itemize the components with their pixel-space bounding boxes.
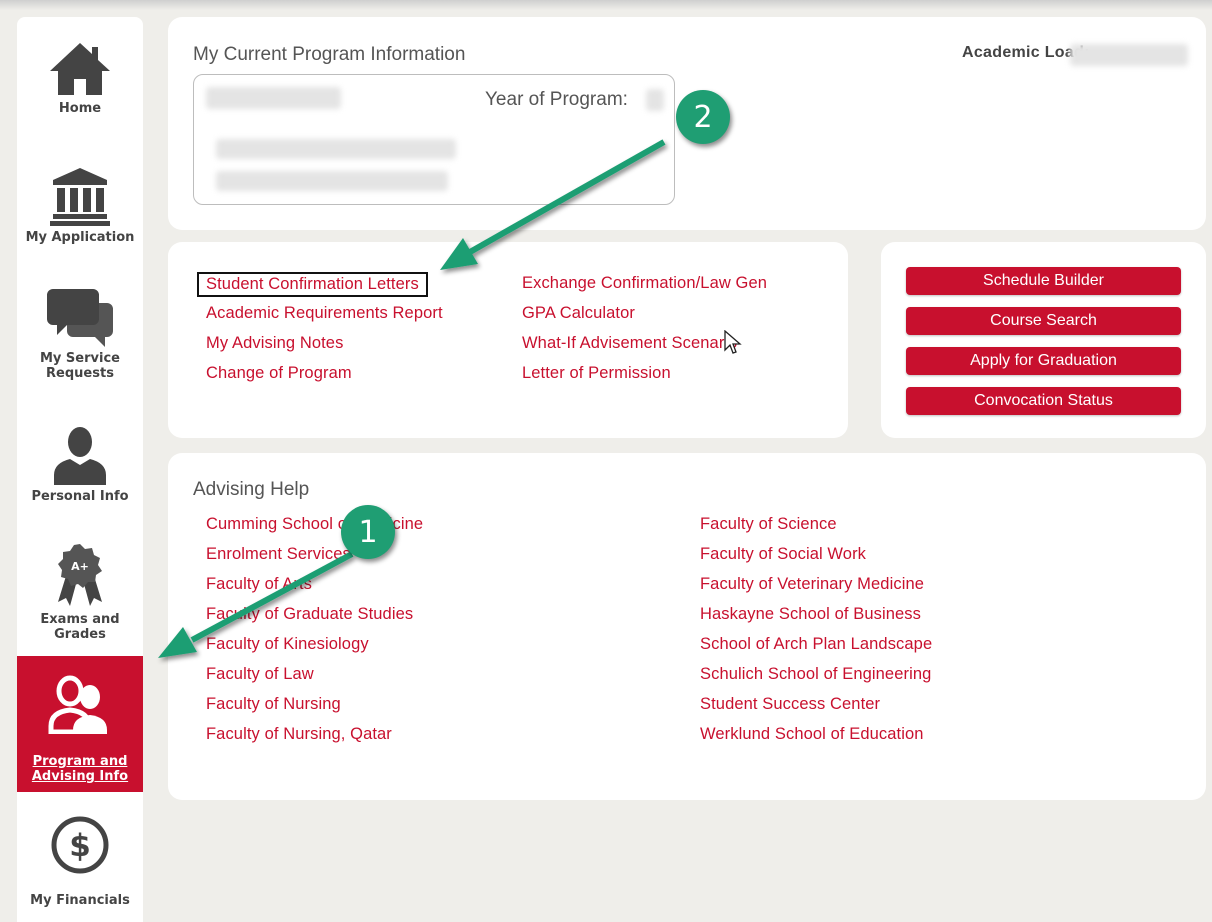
my-advising-notes-link[interactable]: My Advising Notes <box>206 334 343 353</box>
advising-link[interactable]: Werklund School of Education <box>700 725 924 744</box>
sidebar-item-my-service-requests[interactable]: My Service Requests <box>17 289 143 381</box>
advising-help-panel: Advising Help Cumming School of Medicine… <box>168 453 1206 800</box>
program-detail-redacted <box>216 139 456 159</box>
course-search-button[interactable]: Course Search <box>906 307 1181 335</box>
sidebar-item-label: Exams and Grades <box>40 612 120 642</box>
advising-link[interactable]: Faculty of Law <box>206 665 314 684</box>
annotation-badge-1: 1 <box>341 505 395 559</box>
sidebar-item-program-and-advising-info[interactable]: Program and Advising Info <box>17 656 143 792</box>
schedule-builder-button[interactable]: Schedule Builder <box>906 267 1181 295</box>
advising-link[interactable]: Faculty of Veterinary Medicine <box>700 575 924 594</box>
sidebar-item-label: My Service Requests <box>40 351 120 381</box>
advising-link[interactable]: School of Arch Plan Landscape <box>700 635 932 654</box>
sidebar-item-my-application[interactable]: My Application <box>17 166 143 245</box>
quick-actions-panel: Schedule Builder Course Search Apply for… <box>881 242 1206 438</box>
advising-link[interactable]: Haskayne School of Business <box>700 605 921 624</box>
advising-link[interactable]: Faculty of Arts <box>206 575 312 594</box>
advising-link[interactable]: Faculty of Nursing, Qatar <box>206 725 392 744</box>
program-details-box: Year of Program: <box>193 74 675 205</box>
chat-bubbles-icon <box>47 289 113 347</box>
advising-link[interactable]: Faculty of Graduate Studies <box>206 605 413 624</box>
award-badge-icon: A+ <box>58 544 102 606</box>
top-shadow <box>0 0 1212 10</box>
annotation-badge-2: 2 <box>676 90 730 144</box>
mouse-cursor-icon <box>724 330 742 354</box>
program-info-title: My Current Program Information <box>193 44 466 65</box>
advising-link[interactable]: Faculty of Science <box>700 515 837 534</box>
advising-link[interactable]: Student Success Center <box>700 695 880 714</box>
sidebar-item-label: Personal Info <box>31 489 129 504</box>
program-links-panel: Student Confirmation Letters Academic Re… <box>168 242 848 438</box>
change-of-program-link[interactable]: Change of Program <box>206 364 352 383</box>
advising-link[interactable]: Enrolment Services <box>206 545 351 564</box>
exchange-confirmation-link[interactable]: Exchange Confirmation/Law Gen <box>522 274 767 293</box>
student-confirmation-letters-link[interactable]: Student Confirmation Letters <box>197 272 428 297</box>
convocation-status-button[interactable]: Convocation Status <box>906 387 1181 415</box>
advising-link[interactable]: Faculty of Social Work <box>700 545 866 564</box>
dollar-circle-icon: $ <box>51 816 109 874</box>
year-value-redacted <box>646 89 664 111</box>
academic-load-value-redacted <box>1070 44 1188 66</box>
sidebar-item-personal-info[interactable]: Personal Info <box>17 425 143 504</box>
award-badge-text: A+ <box>71 560 89 573</box>
program-detail-redacted <box>216 171 448 191</box>
sidebar-item-label: Home <box>58 101 102 116</box>
sidebar-item-home[interactable]: Home <box>17 41 143 116</box>
program-name-redacted <box>206 87 341 109</box>
what-if-advisement-link[interactable]: What-If Advisement Scenario <box>522 334 737 353</box>
academic-requirements-report-link[interactable]: Academic Requirements Report <box>206 304 443 323</box>
advising-link[interactable]: Faculty of Kinesiology <box>206 635 369 654</box>
sidebar-item-my-financials[interactable]: $ My Financials <box>17 815 143 908</box>
person-icon <box>54 427 106 485</box>
apply-for-graduation-button[interactable]: Apply for Graduation <box>906 347 1181 375</box>
gpa-calculator-link[interactable]: GPA Calculator <box>522 304 635 323</box>
year-of-program-label: Year of Program: <box>485 89 628 110</box>
sidebar-item-label: Program and Advising Info <box>31 754 129 784</box>
home-icon <box>50 43 110 95</box>
users-icon <box>48 675 107 734</box>
advising-link[interactable]: Faculty of Nursing <box>206 695 341 714</box>
sidebar-item-exams-and-grades[interactable]: A+ Exams and Grades <box>17 542 143 642</box>
sidebar-item-label: My Application <box>25 230 135 245</box>
sidebar-nav: Home My Application My Service Requests … <box>17 17 143 922</box>
letter-of-permission-link[interactable]: Letter of Permission <box>522 364 671 383</box>
advising-help-title: Advising Help <box>193 479 310 500</box>
svg-text:$: $ <box>69 828 91 864</box>
institution-icon <box>50 168 110 226</box>
sidebar-item-label: My Financials <box>30 893 130 908</box>
advising-link[interactable]: Schulich School of Engineering <box>700 665 931 684</box>
